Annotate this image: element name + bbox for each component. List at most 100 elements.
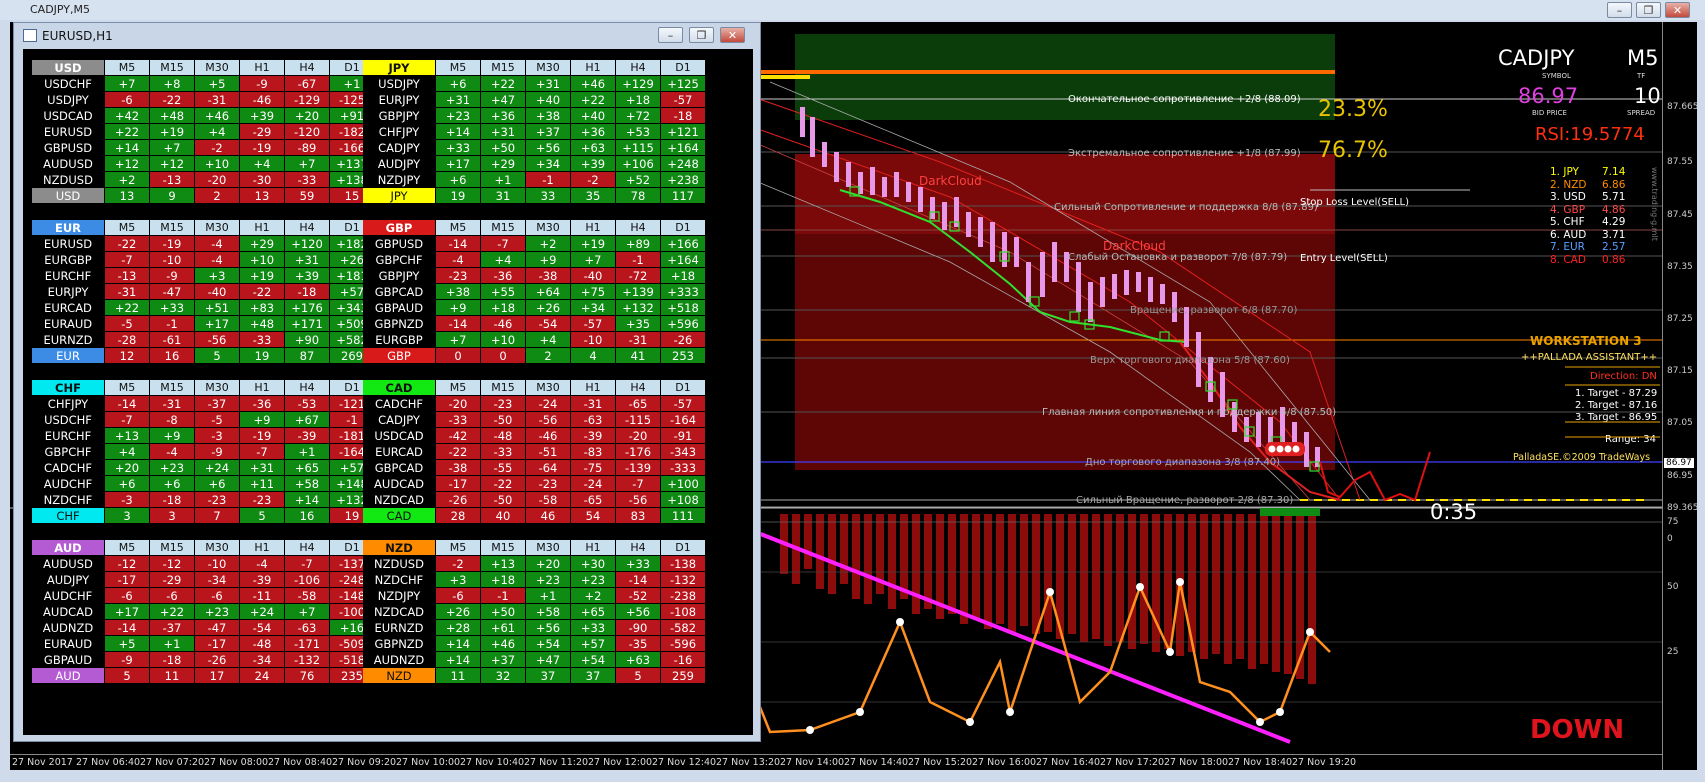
pair-value: +10 [481, 332, 525, 347]
pair-value: +7 [436, 332, 480, 347]
timeframe-header: M5 [436, 540, 480, 555]
table-row: GBPCAD +38 +55 +64 +75 +139 +333 [363, 284, 705, 299]
percent-top: 23.3% [1318, 97, 1388, 122]
table-row: USDCHF +7 +8 +5 -9 -67 +1 [32, 76, 374, 91]
pair-value: -53 [285, 396, 329, 411]
price-axis[interactable]: 87.665 87.55 87.45 87.35 87.25 87.15 87.… [1662, 22, 1697, 770]
pair-value: +56 [616, 604, 660, 619]
pair-value: -18 [150, 492, 194, 507]
pair-value: +34 [526, 156, 570, 171]
table-row: GBPAUD +9 +18 +26 +34 +132 +518 [363, 300, 705, 315]
sum-value: 83 [616, 508, 660, 523]
strength-item: 6. AUD 3.71 [1550, 229, 1625, 242]
time-axis[interactable]: 27 Nov 2017 27 Nov 06:40 27 Nov 07:20 27 No… [10, 754, 1662, 770]
sum-value: 33 [526, 188, 570, 203]
pair-value: -89 [285, 140, 329, 155]
chart-window-titlebar[interactable]: CADJPY,M5 – ❐ ✕ [0, 0, 1705, 20]
pair-value: +33 [436, 140, 480, 155]
currency-footer: USD [32, 188, 104, 203]
signal-label: DOWN [1530, 715, 1625, 745]
timeframe-header: H1 [240, 380, 284, 395]
time-tick: 27 Nov 10:40 [460, 757, 525, 768]
currency-block-usd: USD M5 M15 M30 H1 H4 D1 USDCHF +7 +8 +5 -9 -67 +1 USDJ… [31, 59, 375, 204]
close-icon[interactable]: ✕ [720, 27, 745, 43]
level-label: Сильный Сопротивление и поддержка 8/8 (8… [1054, 202, 1318, 213]
sum-value: 17 [195, 668, 239, 683]
pair-value: -30 [240, 172, 284, 187]
chart-window-title: CADJPY,M5 [30, 3, 91, 16]
table-row: NZDUSD -2 +13 +20 +30 +33 -138 [363, 556, 705, 571]
table-row: NZDCAD -26 -50 -58 -65 -56 +108 [363, 492, 705, 507]
pair-name: AUDUSD [32, 156, 104, 171]
strength-item: 3. USD 5.71 [1550, 191, 1625, 204]
sum-value: 76 [285, 668, 329, 683]
pair-value: +132 [616, 300, 660, 315]
pair-value: -120 [285, 124, 329, 139]
pair-value: -65 [571, 492, 615, 507]
sum-value: 5 [616, 668, 660, 683]
sum-value: 117 [661, 188, 705, 203]
sum-value: 40 [481, 508, 525, 523]
table-row: EURCAD +22 +33 +51 +83 +176 +343 [32, 300, 374, 315]
pair-value: -31 [150, 396, 194, 411]
timeframe-header: M30 [195, 60, 239, 75]
pair-value: -35 [616, 636, 660, 651]
pair-value: -19 [240, 140, 284, 155]
pair-name: NZDCAD [363, 492, 435, 507]
projection-line [1319, 451, 1431, 502]
pair-value: +14 [105, 140, 149, 155]
pair-value: -582 [661, 620, 705, 635]
oscillator-positive [1260, 508, 1320, 516]
strength-item: 4. GBP 4.86 [1550, 204, 1625, 217]
pair-value: +52 [616, 172, 660, 187]
pair-value: +63 [571, 140, 615, 155]
table-row: EURGBP -7 -10 -4 +10 +31 +26 [32, 252, 374, 267]
restore-icon[interactable]: ❐ [689, 27, 714, 43]
pair-value: +20 [105, 460, 149, 475]
table-row: AUDCHF +6 +6 +6 +11 +58 +148 [32, 476, 374, 491]
timeframe-header: H4 [285, 380, 329, 395]
pair-name: AUDJPY [363, 156, 435, 171]
pair-value: +47 [526, 652, 570, 667]
pair-value: -132 [285, 652, 329, 667]
close-icon[interactable]: ✕ [1665, 2, 1690, 18]
pair-value: -6 [150, 588, 194, 603]
pair-value: -10 [195, 556, 239, 571]
pair-value: -29 [240, 124, 284, 139]
pair-value: +39 [240, 108, 284, 123]
sum-value: 37 [526, 668, 570, 683]
sum-value: 31 [481, 188, 525, 203]
currency-block-cad: CAD M5 M15 M30 H1 H4 D1 CADCHF -20 -23 -24 -31 -65 -5… [362, 379, 706, 524]
pair-value: +13 [481, 556, 525, 571]
pair-value: -2 [195, 140, 239, 155]
pair-value: -31 [571, 396, 615, 411]
pair-value: -63 [285, 620, 329, 635]
spread-value: 10 [1634, 84, 1661, 108]
pair-value: +31 [436, 92, 480, 107]
restore-icon[interactable]: ❐ [1636, 2, 1661, 18]
pair-value: -57 [661, 396, 705, 411]
pair-value: -57 [571, 316, 615, 331]
sum-value: 5 [105, 668, 149, 683]
pair-name: USDCAD [363, 428, 435, 443]
pair-value: +38 [526, 108, 570, 123]
minimize-icon[interactable]: – [1607, 2, 1632, 18]
pair-value: -3 [105, 492, 149, 507]
pair-value: +17 [105, 604, 149, 619]
minimize-icon[interactable]: – [658, 27, 683, 43]
pair-name: GBPCHF [32, 444, 104, 459]
pair-value: -4 [195, 252, 239, 267]
timeframe-caption: TF [1637, 72, 1646, 80]
pair-value: +37 [481, 652, 525, 667]
table-row: EURNZD +28 +61 +56 +33 -90 -582 [363, 620, 705, 635]
pair-value: +18 [481, 572, 525, 587]
eurusd-window-titlebar[interactable]: EURUSD,H1 – ❐ ✕ [14, 23, 760, 47]
strength-item: 2. NZD 6.86 [1550, 179, 1625, 192]
pair-value: +39 [571, 156, 615, 171]
pair-name: EURGBP [363, 332, 435, 347]
pair-value: -108 [661, 604, 705, 619]
pair-name: NZDUSD [363, 556, 435, 571]
pair-value: -23 [481, 396, 525, 411]
pair-value: -46 [481, 316, 525, 331]
table-row: NZDUSD +2 -13 -20 -30 -33 +138 [32, 172, 374, 187]
